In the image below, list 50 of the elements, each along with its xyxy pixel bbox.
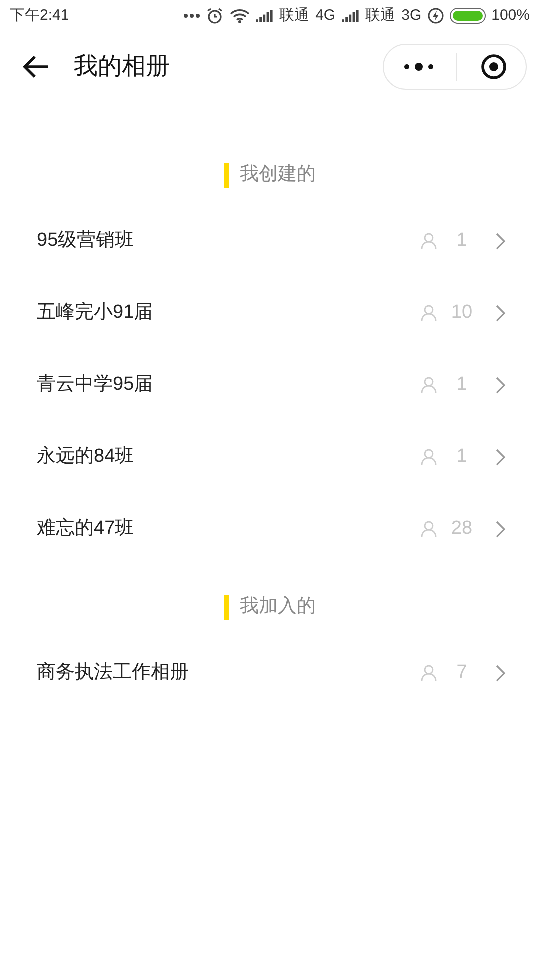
member-count: 1 [456,228,468,253]
section-title: 我加入的 [240,594,316,619]
chevron-right-icon [496,664,506,682]
album-row[interactable]: 青云中学95届 1 [0,349,540,421]
alarm-icon [206,7,224,25]
more-dots-icon [184,14,200,18]
more-icon[interactable] [404,63,434,71]
status-time: 下午2:41 [10,6,70,26]
signal-icon [342,10,360,22]
chevron-right-icon [496,232,506,250]
album-row[interactable]: 难忘的47班 28 [0,493,540,565]
album-name: 难忘的47班 [37,516,134,541]
album-row[interactable]: 商务执法工作相册 7 [0,637,540,709]
album-row[interactable]: 五峰完小91届 10 [0,277,540,349]
person-icon [420,664,438,682]
charging-icon [428,8,444,24]
section-title: 我创建的 [240,162,316,187]
album-name: 五峰完小91届 [37,300,154,325]
back-arrow-icon[interactable] [22,55,50,79]
chevron-right-icon [496,448,506,466]
network-type: 4G [316,6,336,26]
person-icon [420,304,438,322]
chevron-right-icon [496,376,506,394]
album-name: 青云中学95届 [37,372,154,397]
accent-bar [224,162,229,188]
accent-bar [224,594,229,620]
chevron-right-icon [496,520,506,538]
carrier-name: 联通 [280,6,310,26]
page-title: 我的相册 [74,52,170,82]
album-row[interactable]: 95级营销班 1 [0,205,540,277]
member-count: 28 [450,516,474,541]
member-count: 1 [456,372,468,397]
album-name: 商务执法工作相册 [37,660,189,685]
signal-icon [256,10,274,22]
chevron-right-icon [496,304,506,322]
close-target-icon[interactable] [481,54,507,80]
carrier-name: 联通 [366,6,396,26]
network-type: 3G [402,6,422,26]
wifi-icon [230,8,250,24]
person-icon [420,448,438,466]
member-count: 7 [456,660,468,685]
person-icon [420,376,438,394]
member-count: 1 [456,444,468,469]
album-row[interactable]: 永远的84班 1 [0,421,540,493]
album-name: 永远的84班 [37,444,134,469]
member-count: 10 [450,300,474,325]
album-name: 95级营销班 [37,228,134,253]
battery-percent: 100% [492,6,530,26]
person-icon [420,232,438,250]
person-icon [420,520,438,538]
